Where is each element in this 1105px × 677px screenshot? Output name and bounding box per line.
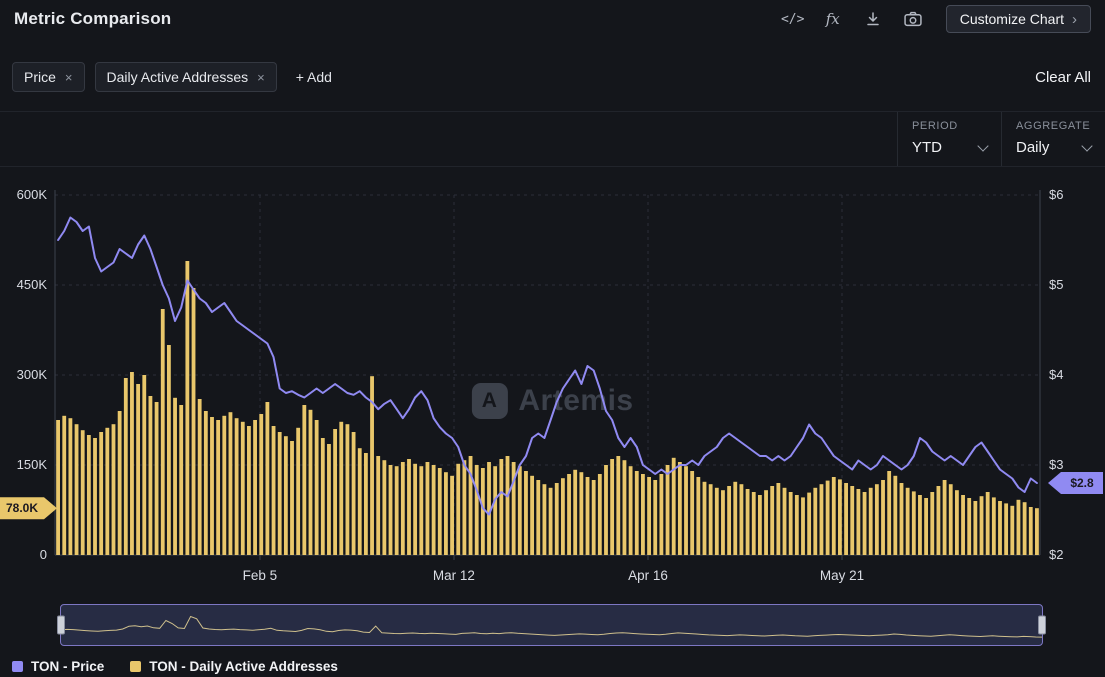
period-dropdown[interactable]: PERIOD YTD: [897, 112, 1001, 166]
aggregate-dropdown[interactable]: AGGREGATE Daily: [1001, 112, 1105, 166]
screenshot-camera-icon[interactable]: [898, 7, 928, 31]
chip-label: Price: [24, 69, 56, 85]
svg-text:0: 0: [40, 547, 47, 562]
svg-text:Mar 12: Mar 12: [433, 568, 475, 583]
svg-text:$3: $3: [1049, 457, 1063, 472]
filter-chip-price[interactable]: Price ×: [12, 62, 85, 92]
chart-controls-row: PERIOD YTD AGGREGATE Daily: [0, 111, 1105, 167]
svg-text:Feb 5: Feb 5: [243, 568, 278, 583]
metric-chips-row: Price × Daily Active Addresses × + Add C…: [12, 62, 1091, 92]
svg-text:150K: 150K: [17, 457, 48, 472]
page-title: Metric Comparison: [14, 9, 171, 29]
gridlines: [55, 195, 1040, 555]
legend-label: TON - Price: [31, 659, 104, 674]
navigator-left-handle[interactable]: [57, 616, 65, 635]
svg-text:600K: 600K: [17, 187, 48, 202]
chevron-down-icon: [1081, 140, 1092, 151]
period-label: PERIOD: [912, 120, 989, 132]
range-navigator[interactable]: [60, 604, 1043, 646]
svg-text:300K: 300K: [17, 367, 48, 382]
chevron-down-icon: [977, 140, 988, 151]
header-toolbar: </> fx: [778, 7, 928, 31]
svg-text:$2.8: $2.8: [1070, 476, 1094, 490]
navigator-right-handle[interactable]: [1038, 616, 1046, 635]
left-value-badge: 78.0K: [0, 497, 57, 519]
main-chart[interactable]: 0 $2 150K $3 300K $4 450K $5 600K $6 Feb 5 Mar 12 Ap…: [0, 186, 1105, 598]
period-value: YTD: [912, 139, 942, 156]
clear-all-button[interactable]: Clear All: [1035, 69, 1091, 86]
aggregate-label: AGGREGATE: [1016, 120, 1093, 132]
formula-icon[interactable]: fx: [818, 7, 848, 31]
svg-text:$6: $6: [1049, 187, 1063, 202]
legend-swatch-daily-active-addresses: [130, 661, 141, 672]
svg-text:450K: 450K: [17, 277, 48, 292]
legend-label: TON - Daily Active Addresses: [149, 659, 338, 674]
svg-text:May 21: May 21: [820, 568, 864, 583]
customize-chart-button[interactable]: Customize Chart ›: [946, 5, 1091, 33]
bar-series-daily-active-addresses: [56, 261, 1039, 555]
legend-item-daily-active-addresses[interactable]: TON - Daily Active Addresses: [130, 659, 338, 674]
right-value-badge: $2.8: [1048, 472, 1103, 494]
download-icon[interactable]: [858, 7, 888, 31]
chip-label: Daily Active Addresses: [107, 69, 249, 85]
legend-item-price[interactable]: TON - Price: [12, 659, 104, 674]
svg-text:$2: $2: [1049, 547, 1063, 562]
navigator-sparkline: [61, 605, 1042, 645]
metric-comparison-app: Metric Comparison </> fx Customize Chart…: [0, 0, 1105, 677]
svg-text:78.0K: 78.0K: [6, 501, 38, 515]
svg-text:Apr 16: Apr 16: [628, 568, 668, 583]
chip-close-icon[interactable]: ×: [65, 70, 73, 85]
svg-text:$5: $5: [1049, 277, 1063, 292]
legend-swatch-price: [12, 661, 23, 672]
aggregate-value: Daily: [1016, 139, 1049, 156]
header: Metric Comparison </> fx Customize Chart…: [0, 0, 1105, 38]
customize-chart-label: Customize Chart: [960, 11, 1064, 27]
chart-legend: TON - Price TON - Daily Active Addresses: [12, 659, 338, 674]
embed-code-icon[interactable]: </>: [778, 7, 808, 31]
add-metric-button[interactable]: + Add: [296, 69, 332, 85]
chevron-right-icon: ›: [1072, 12, 1077, 27]
chip-close-icon[interactable]: ×: [257, 70, 265, 85]
svg-text:$4: $4: [1049, 367, 1063, 382]
filter-chip-daily-active-addresses[interactable]: Daily Active Addresses ×: [95, 62, 277, 92]
